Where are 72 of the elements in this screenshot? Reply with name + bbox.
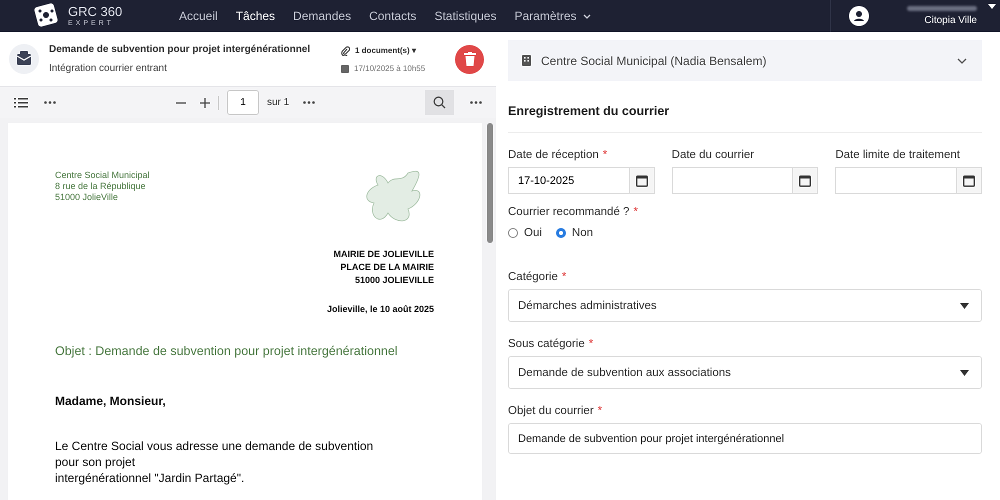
page-total: sur 1 — [267, 97, 290, 108]
nav-link[interactable]: Statistiques — [425, 9, 506, 23]
zoom-in-icon[interactable] — [200, 98, 210, 108]
select-field[interactable]: Demande de subvention aux associations — [508, 356, 982, 389]
field-label: Sous catégorie — [508, 338, 585, 350]
field-label: Courrier recommandé ? — [508, 206, 630, 218]
user-organization: Citopia Ville — [924, 15, 977, 26]
delete-button[interactable] — [455, 44, 484, 74]
calendar-icon — [341, 64, 349, 72]
calendar-icon[interactable] — [799, 174, 812, 186]
letter-subject: Objet : Demande de subvention pour projet intergénérationnel — [55, 344, 399, 358]
required-mark: * — [588, 338, 594, 350]
radio-label[interactable]: Oui — [524, 227, 542, 239]
radio-button[interactable] — [556, 228, 566, 238]
sender-address-line: Centre Social Municipal — [55, 170, 150, 181]
caret-icon[interactable] — [987, 3, 997, 11]
caret-icon — [960, 302, 969, 308]
user-avatar-icon[interactable] — [849, 6, 869, 26]
blurred-username — [907, 6, 977, 11]
field-label: Date du courrier — [672, 149, 754, 161]
page-number-field[interactable]: 1 — [227, 90, 259, 115]
brand-name: GRC 360 — [68, 5, 122, 18]
field-label: Date de réception — [508, 149, 599, 161]
calendar-icon[interactable] — [963, 174, 975, 186]
select-field[interactable]: Démarches administratives — [508, 289, 982, 322]
subject-field[interactable]: Demande de subvention pour projet intergénérationnel — [508, 423, 982, 454]
letter-salutation: Madame, Monsieur, — [55, 394, 167, 408]
nav-link[interactable]: Contacts — [360, 9, 426, 23]
field-label: Objet du courrier — [508, 405, 594, 417]
recipient-address-line: 51000 JOLIEVILLE — [354, 274, 434, 287]
nav-link[interactable]: Accueil — [170, 9, 227, 23]
nav-link[interactable]: Tâches — [226, 9, 284, 23]
form-title: Enregistrement du courrier — [508, 104, 982, 133]
chevron-icon — [956, 56, 968, 64]
calendar-icon[interactable] — [636, 174, 648, 186]
required-mark: * — [598, 405, 602, 417]
more-options-icon[interactable] — [303, 101, 316, 104]
task-title: Demande de subvention pour projet intergénérationnel — [49, 44, 312, 55]
letter-date: Jolieville, le 10 août 2025 — [326, 304, 434, 314]
recipient-address-line: MAIRIE DE JOLIEVILLE — [333, 248, 434, 261]
caret-icon — [960, 370, 969, 376]
date-field[interactable]: 17-10-2025 — [508, 167, 629, 194]
radio-label[interactable]: Non — [572, 227, 594, 239]
task-subtitle: Intégration courrier entrant — [49, 63, 168, 74]
more-options-icon[interactable] — [470, 101, 482, 104]
task-date: 17/10/2025 à 10h55 — [354, 64, 426, 72]
building-icon — [522, 55, 531, 66]
letter-body-line: intergénérationnel "Jardin Partagé". — [55, 470, 246, 486]
required-mark: * — [633, 206, 638, 218]
letter-body-line: pour son projet — [55, 454, 136, 470]
recipient-address-line: PLACE DE LA MAIRIE — [340, 261, 434, 274]
documents-dropdown[interactable]: 1 document(s) ▾ — [355, 46, 416, 55]
list-icon[interactable] — [14, 98, 28, 108]
search-button[interactable] — [425, 90, 454, 115]
paperclip-icon — [341, 46, 350, 56]
required-mark: * — [602, 149, 608, 161]
required-mark: * — [562, 271, 566, 283]
field-label: Date limite de traitement — [835, 149, 960, 161]
sender-address-line: 8 rue de la République — [55, 181, 147, 192]
date-field[interactable] — [835, 167, 956, 194]
date-field[interactable] — [672, 167, 792, 194]
nav-link[interactable]: Paramètres — [505, 9, 601, 23]
search-icon — [433, 96, 446, 109]
radio-button[interactable] — [508, 228, 518, 238]
contact-accordion[interactable]: Centre Social Municipal (Nadia Bensalem) — [508, 40, 982, 81]
more-options-icon[interactable] — [44, 101, 56, 104]
trash-icon — [464, 52, 476, 66]
field-label: Catégorie — [508, 271, 558, 283]
letter-body-line: Le Centre Social vous adresse une demande de subvention — [55, 438, 374, 454]
mail-icon — [9, 44, 39, 74]
sender-address-line: 51000 JolieVille — [55, 192, 119, 203]
nav-link[interactable]: Demandes — [284, 9, 360, 23]
